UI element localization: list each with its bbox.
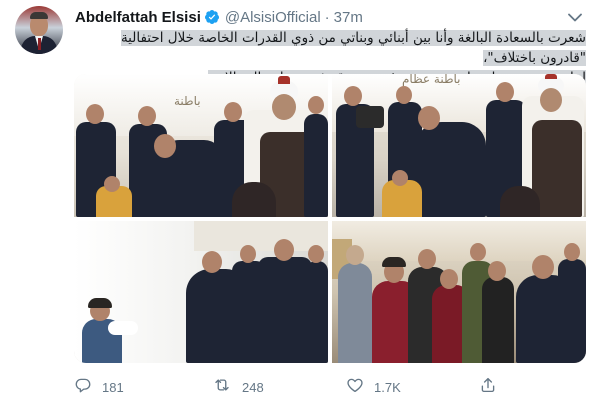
author-handle[interactable]: @AlsisiOfficial (225, 9, 321, 26)
author-name[interactable]: Abdelfattah Elsisi (75, 9, 201, 26)
tweet-text-line-1: شعرت بالسعادة البالغة وأنا بين أبنائي وب… (120, 30, 586, 66)
retweet-count: 248 (242, 379, 264, 395)
retweet-icon (212, 376, 232, 399)
heart-icon (346, 376, 364, 399)
separator-dot: · (324, 8, 330, 26)
verified-badge-icon (204, 9, 220, 25)
action-bar: 181 248 1.7K (74, 376, 586, 398)
photo-2[interactable]: باطنة عظام (332, 74, 586, 217)
like-button[interactable]: 1.7K (346, 376, 401, 398)
photo-1[interactable]: باطنة (74, 74, 328, 217)
avatar[interactable] (15, 6, 63, 54)
reply-count: 181 (102, 379, 124, 395)
chevron-down-icon[interactable] (566, 10, 584, 24)
photo-3[interactable] (74, 221, 328, 363)
reply-icon (74, 376, 92, 399)
tweet: Abdelfattah Elsisi @AlsisiOfficial · 37m… (0, 0, 596, 404)
reply-button[interactable]: 181 (74, 376, 124, 398)
tweet-header: Abdelfattah Elsisi @AlsisiOfficial · 37m (75, 7, 363, 27)
share-button[interactable] (479, 376, 497, 398)
tweet-time[interactable]: 37m (334, 9, 363, 26)
photo-1-sign: باطنة (174, 94, 201, 108)
share-icon (479, 376, 497, 399)
retweet-button[interactable]: 248 (212, 376, 264, 398)
avatar-tie (37, 38, 41, 50)
like-count: 1.7K (374, 379, 401, 395)
avatar-hair (30, 12, 48, 19)
photo-2-sign: باطنة عظام (402, 74, 461, 86)
photo-4[interactable] (332, 221, 586, 363)
media-grid: باطنة باطنة عظام (74, 74, 586, 363)
